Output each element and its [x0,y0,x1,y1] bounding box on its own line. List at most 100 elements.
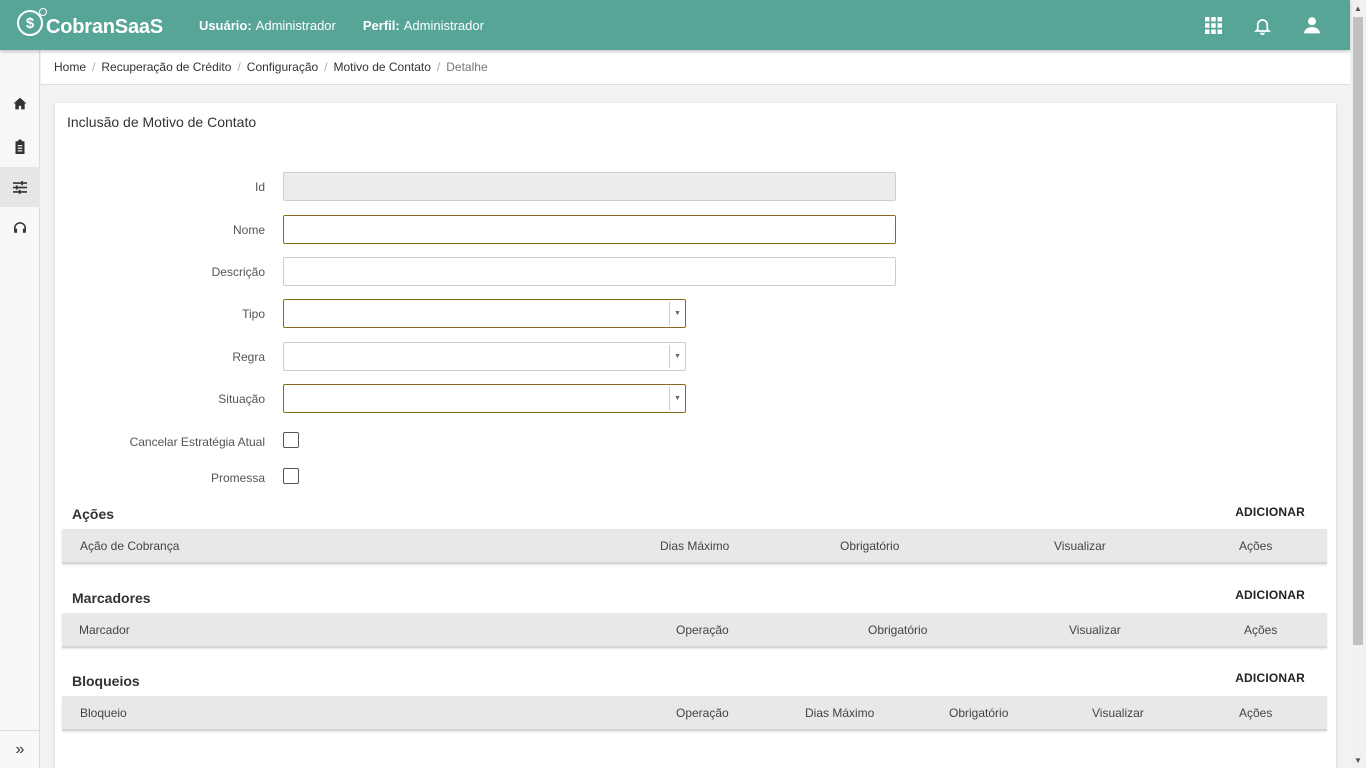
caret-down-icon[interactable]: ▼ [669,387,685,410]
promessa-label: Promessa [210,471,265,485]
section-title-acoes: Ações [72,506,115,522]
id-input [284,173,895,200]
column-header[interactable]: Dias Máximo [805,696,874,730]
regra-label: Regra [232,350,265,364]
form-row-situacao: Situação ▼ [55,384,1336,414]
column-header[interactable]: Ação de Cobrança [80,529,179,563]
breadcrumb-recuperacao[interactable]: Recuperação de Crédito [101,60,231,74]
sidebar-item-home[interactable] [0,83,40,123]
promessa-checkbox[interactable] [283,468,299,484]
descricao-input[interactable] [284,258,895,285]
column-header[interactable]: Operação [676,613,729,647]
user-value: Administrador [255,17,336,33]
user-icon[interactable] [1300,14,1323,37]
regra-value[interactable] [284,343,685,370]
apps-grid-icon[interactable] [1202,14,1225,37]
section-title-marcadores: Marcadores [72,590,151,606]
tipo-value[interactable] [284,300,685,327]
form-row-cancelar: Cancelar Estratégia Atual [55,427,1336,457]
section-title-bloqueios: Bloqueios [72,673,140,689]
scroll-up-arrow-icon[interactable]: ▲ [1350,0,1366,16]
id-label: Id [254,180,265,194]
add-bloqueio-button[interactable]: ADICIONAR [1235,671,1305,685]
cancelar-label: Cancelar Estratégia Atual [129,435,265,449]
nome-input[interactable] [284,216,895,243]
form-card: Inclusão de Motivo de Contato Id Nome De… [55,103,1336,768]
breadcrumb-separator: / [237,60,241,74]
logo-icon: $ [17,8,47,36]
column-header[interactable]: Ações [1244,613,1277,647]
profile-value: Administrador [403,17,484,33]
user-info: Usuário: Administrador Perfil: Administrad… [199,18,484,33]
sidebar-item-configuracao[interactable] [0,167,40,207]
app-logo[interactable]: $ CobranSaaS [17,8,163,39]
top-bar: $ CobranSaaS Usuário: Administrador Perfi… [0,0,1350,50]
form-row-nome: Nome [55,215,1336,245]
logo-glyph: $ [25,14,35,32]
breadcrumb-configuracao[interactable]: Configuração [247,60,318,74]
page-title: Inclusão de Motivo de Contato [67,114,257,130]
form-row-descricao: Descrição [55,257,1336,287]
nome-field[interactable] [283,215,896,244]
form-row-id: Id [55,172,1336,202]
breadcrumb-current: Detalhe [446,60,488,74]
profile-field: Perfil: Administrador [363,18,484,33]
nome-label: Nome [232,223,265,237]
caret-down-icon[interactable]: ▼ [669,302,685,325]
scroll-down-arrow-icon[interactable]: ▼ [1350,752,1366,768]
page-scrollbar[interactable]: ▲ ▼ [1350,0,1366,768]
add-acao-button[interactable]: ADICIONAR [1235,505,1305,519]
column-header[interactable]: Dias Máximo [660,529,729,563]
sidebar-item-atendimento[interactable] [0,207,40,247]
bell-icon[interactable] [1251,14,1274,37]
sidebar-expand-button[interactable]: » [0,730,40,768]
tipo-label: Tipo [242,307,265,321]
cancelar-checkbox[interactable] [283,432,299,448]
column-header[interactable]: Obrigatório [840,529,899,563]
situacao-value[interactable] [284,385,685,412]
user-label: Usuário: [198,17,252,33]
breadcrumb-home[interactable]: Home [54,60,86,74]
top-actions [1202,0,1323,50]
column-header[interactable]: Obrigatório [868,613,927,647]
form-row-regra: Regra ▼ [55,342,1336,372]
caret-down-icon[interactable]: ▼ [669,345,685,368]
tipo-select[interactable]: ▼ [283,299,686,328]
marcadores-table-header: Marcador Operação Obrigatório Visualizar… [62,613,1327,648]
column-header[interactable]: Visualizar [1069,613,1121,647]
form-row-tipo: Tipo ▼ [55,299,1336,329]
bloqueios-table-header: Bloqueio Operação Dias Máximo Obrigatóri… [62,696,1327,731]
acoes-table-header: Ação de Cobrança Dias Máximo Obrigatório… [62,529,1327,564]
id-field [283,172,896,201]
regra-select[interactable]: ▼ [283,342,686,371]
column-header[interactable]: Bloqueio [80,696,127,730]
column-header[interactable]: Ações [1239,529,1272,563]
sidebar: » [0,50,40,768]
clipboard-icon [15,138,25,154]
breadcrumb-motivo-contato[interactable]: Motivo de Contato [334,60,431,74]
tune-icon [13,180,27,194]
breadcrumb-separator: / [324,60,328,74]
profile-label: Perfil: [362,17,400,33]
brand-name: CobranSaaS [46,15,163,38]
sidebar-item-clipboard[interactable] [0,126,40,166]
column-header[interactable]: Marcador [79,613,130,647]
situacao-select[interactable]: ▼ [283,384,686,413]
situacao-label: Situação [218,392,265,406]
headset-icon [13,221,27,233]
column-header[interactable]: Obrigatório [949,696,1008,730]
home-icon [13,97,27,109]
column-header[interactable]: Visualizar [1054,529,1106,563]
scroll-thumb[interactable] [1353,17,1363,645]
column-header[interactable]: Operação [676,696,729,730]
column-header[interactable]: Visualizar [1092,696,1144,730]
breadcrumb-separator: / [436,60,441,74]
column-header[interactable]: Ações [1239,696,1272,730]
double-chevron-right-icon: » [15,740,25,758]
add-marcador-button[interactable]: ADICIONAR [1235,588,1305,602]
descricao-field[interactable] [283,257,896,286]
user-field: Usuário: Administrador [199,18,336,33]
descricao-label: Descrição [211,265,265,279]
form-row-promessa: Promessa [55,463,1336,493]
breadcrumb: Home / Recuperação de Crédito / Configur… [41,50,1350,85]
